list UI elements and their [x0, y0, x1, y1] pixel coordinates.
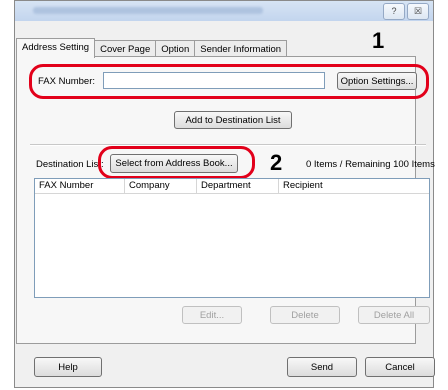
destination-list[interactable]: FAX Number Company Department Recipient: [34, 178, 430, 298]
callout-number-1: 1: [372, 28, 385, 53]
title-bar-buttons: ? ☒: [383, 3, 429, 20]
delete-all-button[interactable]: Delete All: [358, 306, 430, 324]
title-bar: ? ☒: [15, 1, 433, 21]
tab-address-setting[interactable]: Address Setting: [16, 38, 96, 58]
destination-list-header: FAX Number Company Department Recipient: [35, 179, 429, 194]
column-company[interactable]: Company: [125, 179, 197, 193]
column-fax-number[interactable]: FAX Number: [35, 179, 125, 193]
close-icon[interactable]: ☒: [407, 3, 429, 20]
help-button[interactable]: Help: [34, 357, 102, 377]
callout-number-2: 2: [270, 150, 283, 175]
help-icon[interactable]: ?: [383, 3, 405, 20]
add-to-destination-button[interactable]: Add to Destination List: [174, 111, 292, 129]
callout-oval-2: [98, 146, 255, 179]
send-button[interactable]: Send: [287, 357, 357, 377]
window-title: [33, 7, 263, 14]
destination-count-text: 0 Items / Remaining 100 Items: [306, 159, 435, 170]
edit-button[interactable]: Edit...: [182, 306, 242, 324]
delete-button[interactable]: Delete: [270, 306, 340, 324]
column-recipient[interactable]: Recipient: [279, 179, 429, 193]
column-department[interactable]: Department: [197, 179, 279, 193]
destination-list-label: Destination List:: [36, 159, 104, 170]
cancel-button[interactable]: Cancel: [365, 357, 435, 377]
callout-oval-1: [29, 64, 429, 99]
